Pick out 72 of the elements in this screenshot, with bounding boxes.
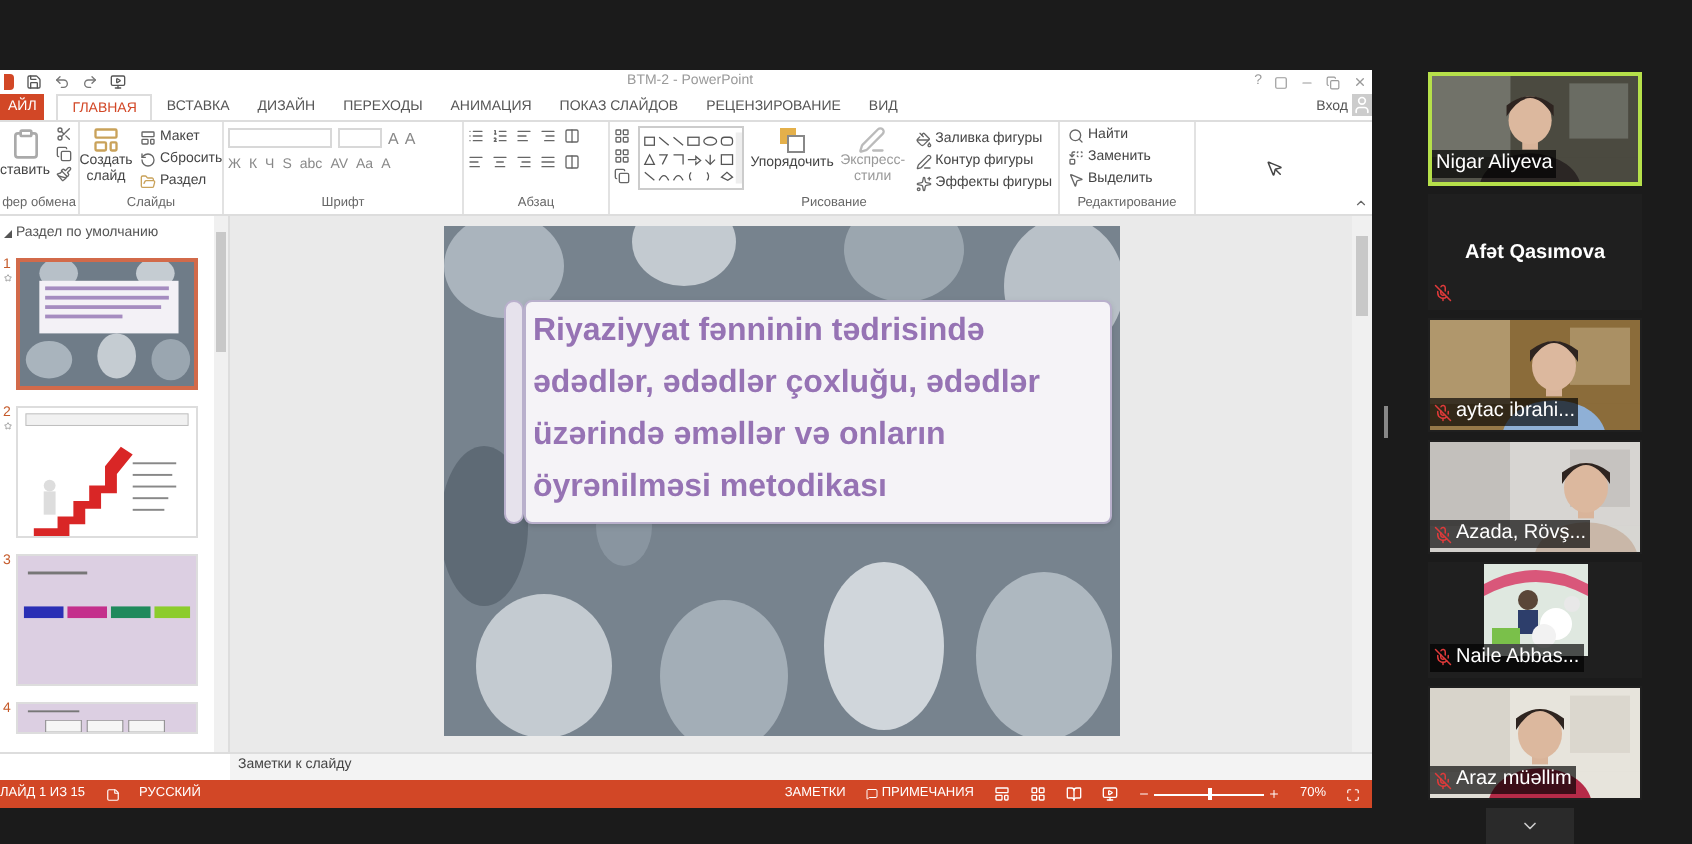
normal-view-icon[interactable] bbox=[993, 786, 1010, 802]
collapse-ribbon-icon[interactable] bbox=[1354, 196, 1368, 210]
search-icon bbox=[1068, 127, 1084, 143]
participant-name: Azada, Rövş... bbox=[1456, 522, 1587, 547]
participant-name: Araz müəllim bbox=[1456, 768, 1572, 793]
slideshow-icon[interactable] bbox=[110, 74, 126, 90]
comment-icon bbox=[865, 788, 878, 800]
replace-icon bbox=[1068, 149, 1084, 165]
cursor-icon bbox=[1266, 159, 1284, 177]
undo-icon[interactable] bbox=[54, 74, 70, 90]
folder-icon bbox=[140, 173, 156, 189]
slide-thumbnail[interactable] bbox=[20, 262, 194, 386]
participant-tile[interactable]: Araz müəllim bbox=[1428, 685, 1642, 801]
font-size-button[interactable]: A bbox=[388, 129, 399, 147]
restore-icon[interactable] bbox=[1326, 75, 1340, 89]
scrollbar[interactable] bbox=[214, 216, 228, 752]
pointer-icon bbox=[1068, 171, 1084, 187]
reading-view-icon[interactable] bbox=[1065, 786, 1082, 802]
justify-icon[interactable] bbox=[540, 154, 556, 170]
format-painter-icon[interactable] bbox=[56, 166, 73, 182]
collapse-triangle-icon bbox=[4, 230, 12, 238]
indent-icon[interactable] bbox=[516, 128, 532, 144]
slideshow-view-icon[interactable] bbox=[1101, 786, 1118, 802]
participant-tile[interactable]: aytac ibrahi... bbox=[1428, 317, 1642, 433]
participant-tile[interactable]: Nigar Aliyeva bbox=[1428, 72, 1642, 187]
align-left-icon[interactable] bbox=[468, 154, 484, 170]
copy-icon[interactable] bbox=[56, 146, 73, 162]
slide-title: Riyaziyyat fənninin tədrisində ədədlər, ədədlər çoxluğu, ədədlər üzərində əməllər və onların öyrənilməsi metodikası bbox=[533, 312, 1042, 508]
pen-icon bbox=[858, 126, 887, 154]
save-icon[interactable] bbox=[26, 74, 42, 90]
star-icon bbox=[3, 274, 11, 282]
fit-icon[interactable] bbox=[1346, 787, 1360, 801]
cut-icon[interactable] bbox=[56, 126, 73, 142]
indent-icon[interactable] bbox=[540, 128, 556, 144]
sparkle-icon bbox=[915, 175, 932, 191]
star-icon bbox=[3, 422, 11, 430]
copy-icon bbox=[614, 168, 630, 184]
participant-name: Afət Qasımova bbox=[1464, 239, 1606, 268]
resize-handle[interactable] bbox=[1384, 406, 1388, 438]
scrollbar[interactable] bbox=[1352, 216, 1372, 752]
columns-icon[interactable] bbox=[564, 154, 580, 170]
sorter-view-icon[interactable] bbox=[1029, 786, 1046, 802]
clipboard-icon bbox=[9, 126, 41, 162]
participant-tile[interactable]: Naile Abbas... bbox=[1428, 562, 1642, 678]
font-size-field[interactable] bbox=[338, 128, 382, 148]
participant-tile[interactable]: Afət Qasımova bbox=[1428, 194, 1642, 310]
participant-name: Naile Abbas... bbox=[1456, 645, 1580, 670]
font-size-button[interactable]: A bbox=[404, 129, 416, 147]
participant-name: Nigar Aliyeva bbox=[1436, 152, 1553, 177]
participant-tile[interactable]: Azada, Rövş... bbox=[1428, 440, 1642, 555]
columns-icon[interactable] bbox=[564, 128, 580, 144]
pen-icon bbox=[915, 153, 932, 169]
slide-icon bbox=[92, 126, 120, 154]
slide-thumbnail[interactable] bbox=[18, 556, 196, 684]
table-icon bbox=[614, 128, 630, 144]
align-right-icon[interactable] bbox=[516, 154, 532, 170]
participant-name: aytac ibrahi... bbox=[1456, 400, 1575, 425]
font-name-field[interactable] bbox=[228, 128, 332, 148]
ribbon-options-icon[interactable] bbox=[1274, 75, 1288, 89]
redo-icon[interactable] bbox=[82, 74, 98, 90]
slide-thumbnail[interactable] bbox=[18, 704, 196, 732]
layout-icon bbox=[140, 129, 156, 145]
zoom-slider[interactable] bbox=[1153, 788, 1264, 800]
zoom-in-icon[interactable] bbox=[1267, 788, 1280, 800]
bullets-icon[interactable] bbox=[468, 128, 484, 144]
arrange-icon bbox=[778, 126, 807, 154]
table-icon bbox=[614, 148, 630, 164]
paint-bucket-icon bbox=[915, 131, 932, 147]
align-center-icon[interactable] bbox=[492, 154, 508, 170]
numbering-icon[interactable] bbox=[492, 128, 508, 144]
reset-icon bbox=[140, 151, 156, 167]
shapes-gallery[interactable] bbox=[638, 126, 745, 190]
